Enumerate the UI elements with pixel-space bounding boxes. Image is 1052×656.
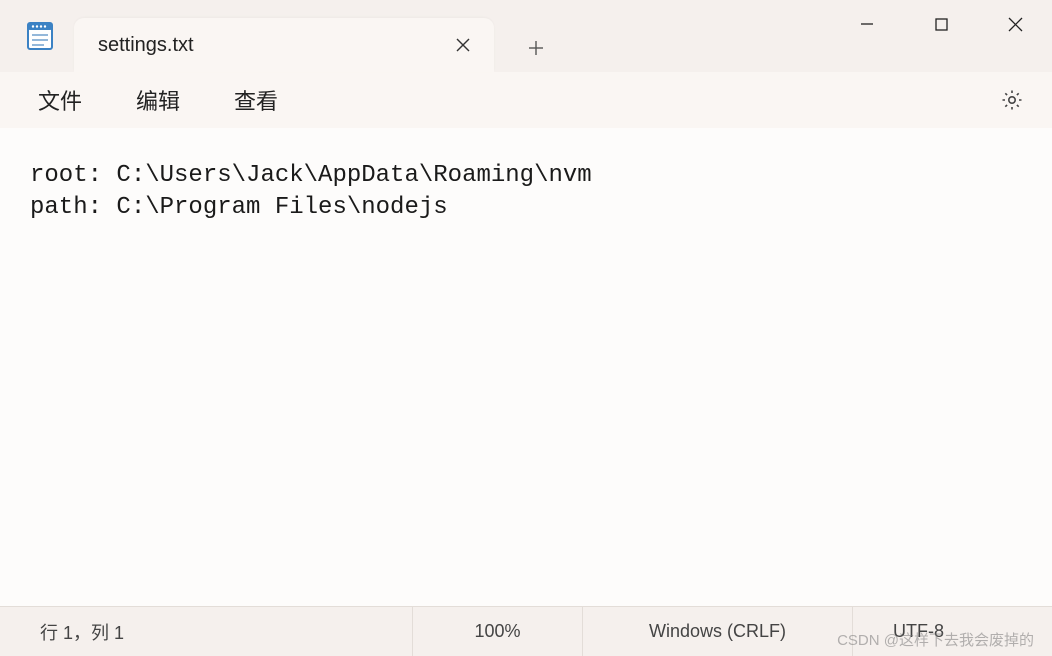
status-cursor-position[interactable]: 行 1，列 1 — [0, 607, 412, 656]
menu-view[interactable]: 查看 — [216, 76, 296, 124]
close-tab-button[interactable] — [446, 28, 480, 62]
status-encoding[interactable]: UTF-8 — [852, 607, 1052, 656]
close-window-button[interactable] — [978, 0, 1052, 48]
tab-active[interactable]: settings.txt — [74, 18, 494, 72]
editor-area[interactable]: root: C:\Users\Jack\AppData\Roaming\nvm … — [0, 128, 1052, 606]
maximize-button[interactable] — [904, 0, 978, 48]
editor-content[interactable]: root: C:\Users\Jack\AppData\Roaming\nvm … — [30, 160, 1022, 225]
menu-file[interactable]: 文件 — [20, 76, 100, 124]
window-controls — [830, 0, 1052, 54]
tab-title: settings.txt — [98, 34, 446, 57]
titlebar: settings.txt — [0, 0, 1052, 72]
status-line-ending[interactable]: Windows (CRLF) — [582, 607, 852, 656]
statusbar: 行 1，列 1 100% Windows (CRLF) UTF-8 — [0, 606, 1052, 656]
settings-button[interactable] — [992, 80, 1032, 120]
minimize-button[interactable] — [830, 0, 904, 48]
menubar: 文件 编辑 查看 — [0, 72, 1052, 128]
new-tab-button[interactable] — [512, 24, 560, 72]
tabs-area: settings.txt — [74, 0, 830, 72]
status-zoom[interactable]: 100% — [412, 607, 582, 656]
notepad-icon — [24, 20, 56, 52]
menu-edit[interactable]: 编辑 — [118, 76, 198, 124]
